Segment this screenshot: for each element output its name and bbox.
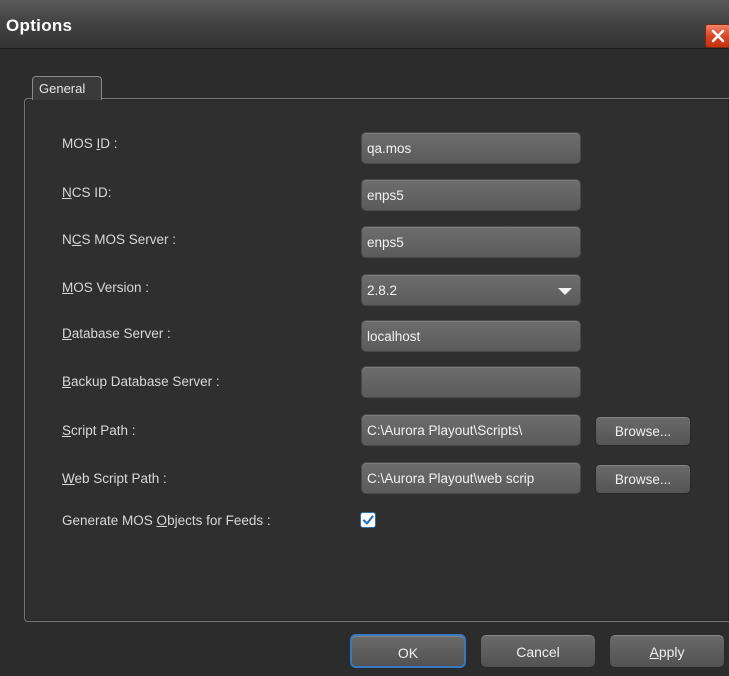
label-text: cript Path : <box>71 423 136 438</box>
ncs-id-field[interactable]: enps5 <box>361 179 581 211</box>
mos-version-value: 2.8.2 <box>367 283 398 298</box>
ncs-mos-server-field[interactable]: enps5 <box>361 226 581 258</box>
label-text: CS ID: <box>71 185 112 200</box>
close-button[interactable] <box>705 24 729 48</box>
database-server-label: Database Server : <box>62 326 171 341</box>
ncs-mos-server-label: NCS MOS Server : <box>62 232 176 247</box>
label-text: Generate MOS <box>62 513 157 528</box>
web-script-path-field[interactable]: C:\Aurora Playout\web scrip <box>361 462 581 494</box>
close-icon <box>711 29 725 43</box>
mos-id-value: qa.mos <box>367 141 412 156</box>
script-path-value: C:\Aurora Playout\Scripts\ <box>367 423 523 438</box>
label-text: MOS <box>62 136 97 151</box>
tab-general-label: General <box>39 81 86 96</box>
label-text: bjects for Feeds : <box>167 513 271 528</box>
browse-button-label: Browse... <box>614 424 672 439</box>
cancel-button[interactable]: Cancel <box>480 634 596 668</box>
ok-button-label: OK <box>397 645 419 661</box>
label-accesskey: B <box>62 374 72 389</box>
chevron-down-icon[interactable] <box>558 288 572 295</box>
label-accesskey: O <box>156 513 168 528</box>
tab-general[interactable]: General <box>32 76 102 100</box>
label-text: atabase Server : <box>71 326 171 341</box>
label-text: pply <box>658 644 685 660</box>
label-accesskey: M <box>62 280 74 295</box>
label-text: D : <box>100 136 118 151</box>
backup-database-server-field[interactable] <box>361 366 581 398</box>
mos-version-label: MOS Version : <box>62 280 149 295</box>
label-text: ackup Database Server : <box>71 374 220 389</box>
apply-button[interactable]: Apply <box>609 634 725 668</box>
label-text: OS Version : <box>73 280 150 295</box>
ncs-mos-server-value: enps5 <box>367 235 404 250</box>
web-script-path-browse-button[interactable]: Browse... <box>595 464 691 494</box>
script-path-browse-button[interactable]: Browse... <box>595 416 691 446</box>
label-accesskey: A <box>649 644 659 660</box>
title-bar[interactable]: Options <box>0 0 729 49</box>
label-accesskey: S <box>62 423 72 438</box>
checkmark-icon <box>362 515 374 525</box>
apply-button-label: Apply <box>610 644 724 660</box>
web-script-path-value: C:\Aurora Playout\web scrip <box>367 471 535 486</box>
label-accesskey: W <box>62 471 75 486</box>
label-text: S MOS Server : <box>81 232 177 247</box>
label-accesskey: D <box>62 326 72 341</box>
label-accesskey: C <box>71 232 82 247</box>
web-script-path-label: Web Script Path : <box>62 471 167 486</box>
mos-id-field[interactable]: qa.mos <box>361 132 581 164</box>
dialog-title: Options <box>6 16 73 35</box>
generate-mos-objects-checkbox[interactable] <box>360 512 376 528</box>
script-path-label: Script Path : <box>62 423 136 438</box>
ok-button[interactable]: OK <box>350 634 466 668</box>
label-text: eb Script Path : <box>74 471 167 486</box>
script-path-field[interactable]: C:\Aurora Playout\Scripts\ <box>361 414 581 446</box>
options-dialog: Options General MOS ID : qa.mos NCS ID: … <box>0 0 729 676</box>
label-accesskey: N <box>62 185 72 200</box>
generate-mos-objects-label: Generate MOS Objects for Feeds : <box>62 513 271 528</box>
label-text: N <box>62 232 72 247</box>
database-server-value: localhost <box>367 329 421 344</box>
ncs-id-label: NCS ID: <box>62 185 112 200</box>
mos-id-label: MOS ID : <box>62 136 118 151</box>
mos-version-select[interactable]: 2.8.2 <box>361 274 581 306</box>
ncs-id-value: enps5 <box>367 188 404 203</box>
browse-button-label: Browse... <box>614 472 672 487</box>
backup-database-server-label: Backup Database Server : <box>62 374 220 389</box>
database-server-field[interactable]: localhost <box>361 320 581 352</box>
general-panel <box>24 98 729 622</box>
cancel-button-label: Cancel <box>516 644 560 660</box>
